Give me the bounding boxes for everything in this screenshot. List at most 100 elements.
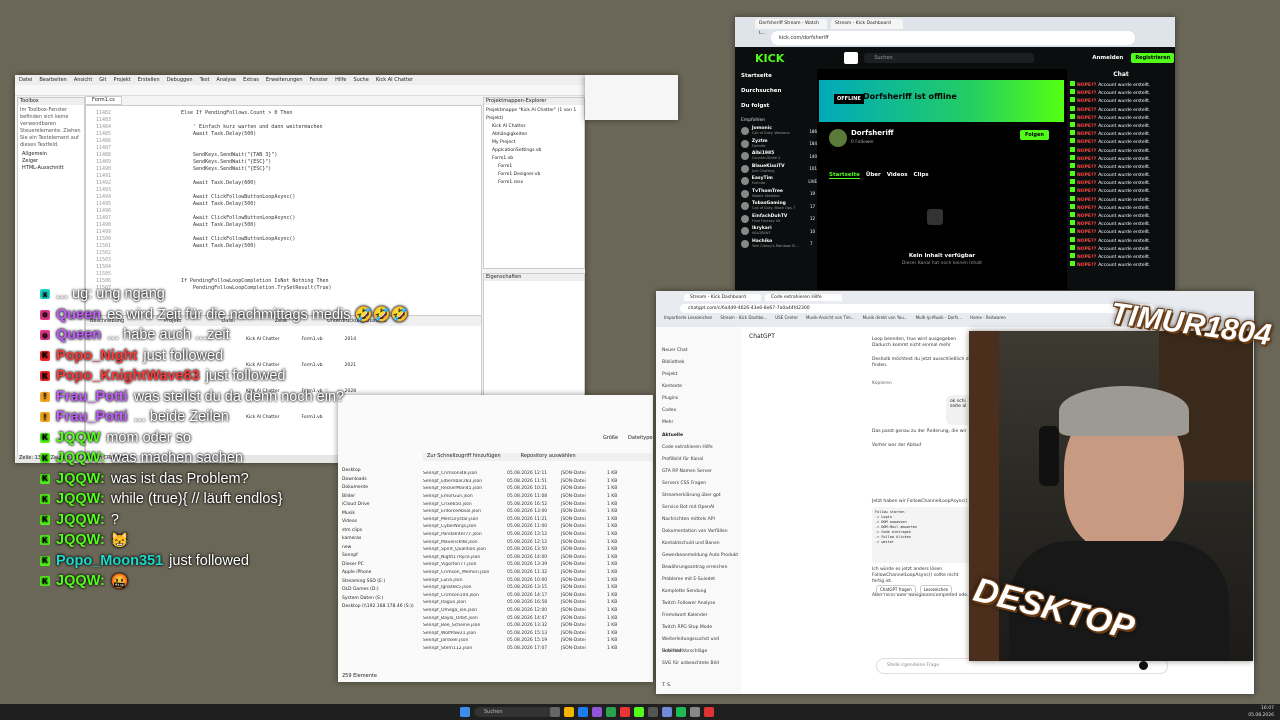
- file-row[interactable]: Sennpf_Baylo_Orbit.json 05.08.2026 14:47 J…: [423, 614, 651, 622]
- gpt-side-item[interactable]: Projekt: [656, 369, 741, 381]
- solution-item[interactable]: Abhängigkeiten: [486, 131, 582, 139]
- gpt-recent-item[interactable]: Service Bot mit OpenAI: [656, 502, 741, 514]
- follow-button[interactable]: Folgen: [1020, 130, 1049, 140]
- gpt-side-item[interactable]: Kontexte: [656, 381, 741, 393]
- kick-icon[interactable]: [634, 707, 644, 717]
- selection-button[interactable]: Lesezeichen: [919, 585, 953, 594]
- vs-menu-item[interactable]: Suche: [353, 77, 368, 83]
- gpt-recent-item[interactable]: Profilbild für Kanal: [656, 454, 741, 466]
- repo-select-button[interactable]: Repository auswählen: [521, 453, 576, 461]
- tab-form1[interactable]: Form1.cs: [85, 96, 122, 105]
- vs-menu-item[interactable]: Bearbeiten: [39, 77, 66, 83]
- channel-tab[interactable]: Clips: [914, 172, 929, 179]
- explorer-nav-item[interactable]: System Daten (S:): [342, 595, 420, 604]
- gpt-browser-tab[interactable]: Stream - Kick Dashboard: [684, 294, 761, 301]
- solution-item[interactable]: Form1.vb: [486, 155, 582, 163]
- solution-item[interactable]: Form1.resx: [486, 179, 582, 187]
- kick-search-input[interactable]: Suchen: [864, 53, 1035, 63]
- file-row[interactable]: Sennpf_Stern112.json 05.08.2026 17:07 JSON…: [423, 645, 651, 653]
- vpn-icon[interactable]: [844, 52, 859, 64]
- channel-tab[interactable]: Videos: [887, 172, 908, 179]
- gpt-recent-item[interactable]: SVG für unbeachtete Bild: [656, 658, 741, 670]
- recommended-channel[interactable]: Ikrykari VALORANT 10: [735, 225, 817, 238]
- solution-item[interactable]: Kick AI Chatter: [486, 123, 582, 131]
- gpt-recent-item[interactable]: Fremdwort Kalender: [656, 610, 741, 622]
- gpt-recent-item[interactable]: GTA RP Namen Server: [656, 466, 741, 478]
- file-row[interactable]: Sennpf_Ragun.json 05.08.2026 16:58 JSON-Da…: [423, 599, 651, 607]
- file-row[interactable]: Sennpf_Omega_ion.json 05.08.2026 12:00 JSO…: [423, 607, 651, 615]
- gpt-user[interactable]: T. S.: [662, 683, 671, 688]
- recommended-channel[interactable]: TobasGaming Call of Duty: Black Ops 7 17: [735, 200, 817, 213]
- solution-item[interactable]: Form1: [486, 163, 582, 171]
- explorer-icon[interactable]: [564, 707, 574, 717]
- file-row[interactable]: Sennpf_Bee_Scheine.json 05.08.2026 13:32 J…: [423, 622, 651, 630]
- col-type[interactable]: Dateitypen: [628, 435, 653, 442]
- gpt-recent-item[interactable]: Twitch Follower Analyse: [656, 598, 741, 610]
- gpt-side-item[interactable]: Codex: [656, 405, 741, 417]
- kick-nav-item[interactable]: Durchsuchen: [735, 84, 817, 99]
- bookmark-item[interactable]: Musik-Ansicht von Tim...: [806, 315, 855, 320]
- recommended-channel[interactable]: Hachiko Tom Clancy's Rainbow Si... 7: [735, 238, 817, 251]
- gpt-recent-item[interactable]: Nachrichten mittels API: [656, 514, 741, 526]
- gpt-recent-item[interactable]: Weiterleitungssuchst und Unterhalt: [656, 634, 741, 654]
- toolbox-tree-item[interactable]: HTML-Ausschnitt: [22, 165, 84, 172]
- gpt-side-item[interactable]: Bibliothek: [656, 357, 741, 369]
- gpt-recent-item[interactable]: Probleme mit E-Suiedet: [656, 574, 741, 586]
- vs-menu-item[interactable]: Ansicht: [74, 77, 92, 83]
- kick-nav-item[interactable]: Startseite: [735, 69, 817, 84]
- recommended-channel[interactable]: Jomonic Call of Duty: Warzone 186: [735, 125, 817, 138]
- vs-menu-item[interactable]: Extras: [243, 77, 259, 83]
- recommended-channel[interactable]: Zyztm Fortnite 184: [735, 138, 817, 151]
- register-button[interactable]: Registrieren: [1131, 53, 1175, 63]
- gpt-recent-item[interactable]: Dokumentation von Vorfällen: [656, 526, 741, 538]
- gpt-recent-item[interactable]: Gewerbeanmeldung Auto Produkt: [656, 550, 741, 562]
- bookmark-item[interactable]: USE Center: [775, 315, 798, 320]
- send-icon[interactable]: [1139, 661, 1148, 670]
- bookmark-item[interactable]: Musik direkt von You...: [863, 315, 908, 320]
- toolbox-tree-item[interactable]: Allgemein: [22, 151, 84, 158]
- gpt-model-tag[interactable]: ChatGPT: [749, 333, 775, 340]
- taskbar-search[interactable]: Suchen: [474, 707, 554, 717]
- file-row[interactable]: Sennpf_Crimson104.json 05.08.2026 14:17 JS…: [423, 592, 651, 600]
- visualstudio-icon[interactable]: [592, 707, 602, 717]
- recommended-channel[interactable]: EinfachDuhTV Final Fantasy VII 12: [735, 213, 817, 226]
- file-row[interactable]: Sennpf_Jardixer.json 05.08.2026 15:19 JSON…: [423, 637, 651, 645]
- discord-icon[interactable]: [662, 707, 672, 717]
- vs-menu-item[interactable]: Datei: [19, 77, 32, 83]
- vs-menu-item[interactable]: Fenster: [310, 77, 329, 83]
- gpt-recent-item[interactable]: Servers CSS Fragen: [656, 478, 741, 490]
- bookmark-item[interactable]: Stream - Kick Dashbo...: [720, 315, 767, 320]
- vs-menu-item[interactable]: Debuggen: [167, 77, 193, 83]
- taskview-icon[interactable]: [550, 707, 560, 717]
- vs-menu-item[interactable]: Kick AI Chatter: [376, 77, 413, 83]
- gpt-recent-item[interactable]: Code extrahieren Hilfe: [656, 442, 741, 454]
- vs-menu-item[interactable]: Analyse: [216, 77, 236, 83]
- col-size[interactable]: Größe: [603, 435, 618, 442]
- vs-menu-item[interactable]: Git: [99, 77, 106, 83]
- start-icon[interactable]: [460, 707, 470, 717]
- edge-icon[interactable]: [578, 707, 588, 717]
- gpt-recent-item[interactable]: Schilfeld Vorschläge: [656, 646, 741, 658]
- gpt-browser-tab[interactable]: Code extrahieren Hilfe: [765, 294, 842, 301]
- gpt-side-item[interactable]: Mehr: [656, 417, 741, 429]
- selection-button[interactable]: ChatGPT fragen: [876, 585, 916, 594]
- channel-tab[interactable]: Startseite: [829, 172, 860, 179]
- file-row[interactable]: Sennpf_WolfPaw21.json 05.08.2026 15:13 JSO…: [423, 629, 651, 637]
- vs-menu-item[interactable]: Projekt: [114, 77, 131, 83]
- kick-browser-tab[interactable]: Dorfsheriff Stream - Watch L...: [755, 19, 827, 36]
- gpt-side-item[interactable]: Plugins: [656, 393, 741, 405]
- kick-address-bar[interactable]: kick.com/dorfsheriff: [771, 31, 1135, 45]
- bookmark-item[interactable]: Multi-/p-Musik - Dorfs...: [916, 315, 963, 320]
- solution-item[interactable]: Form1.Designer.vb: [486, 171, 582, 179]
- chrome-icon[interactable]: [606, 707, 616, 717]
- bookmark-item[interactable]: Importierte Lesezeichen: [664, 315, 712, 320]
- vs-menu-item[interactable]: Erweiterungen: [266, 77, 303, 83]
- recommended-channel[interactable]: BlaueKissiTV Just Chatting 101: [735, 163, 817, 176]
- terminal-icon[interactable]: [648, 707, 658, 717]
- gpt-recent-item[interactable]: Komplette Sendung: [656, 586, 741, 598]
- kick-nav-item[interactable]: Du folgst: [735, 99, 817, 114]
- recommended-channel[interactable]: Albi1985 Counter-Strike 2 140: [735, 150, 817, 163]
- recommended-channel[interactable]: EasyTim Fortnite LIVE: [735, 175, 817, 188]
- gpt-recent-item[interactable]: Streamerklärung über gpt: [656, 490, 741, 502]
- recommended-channel[interactable]: TvThomTree Mobile Skeleton 19: [735, 188, 817, 201]
